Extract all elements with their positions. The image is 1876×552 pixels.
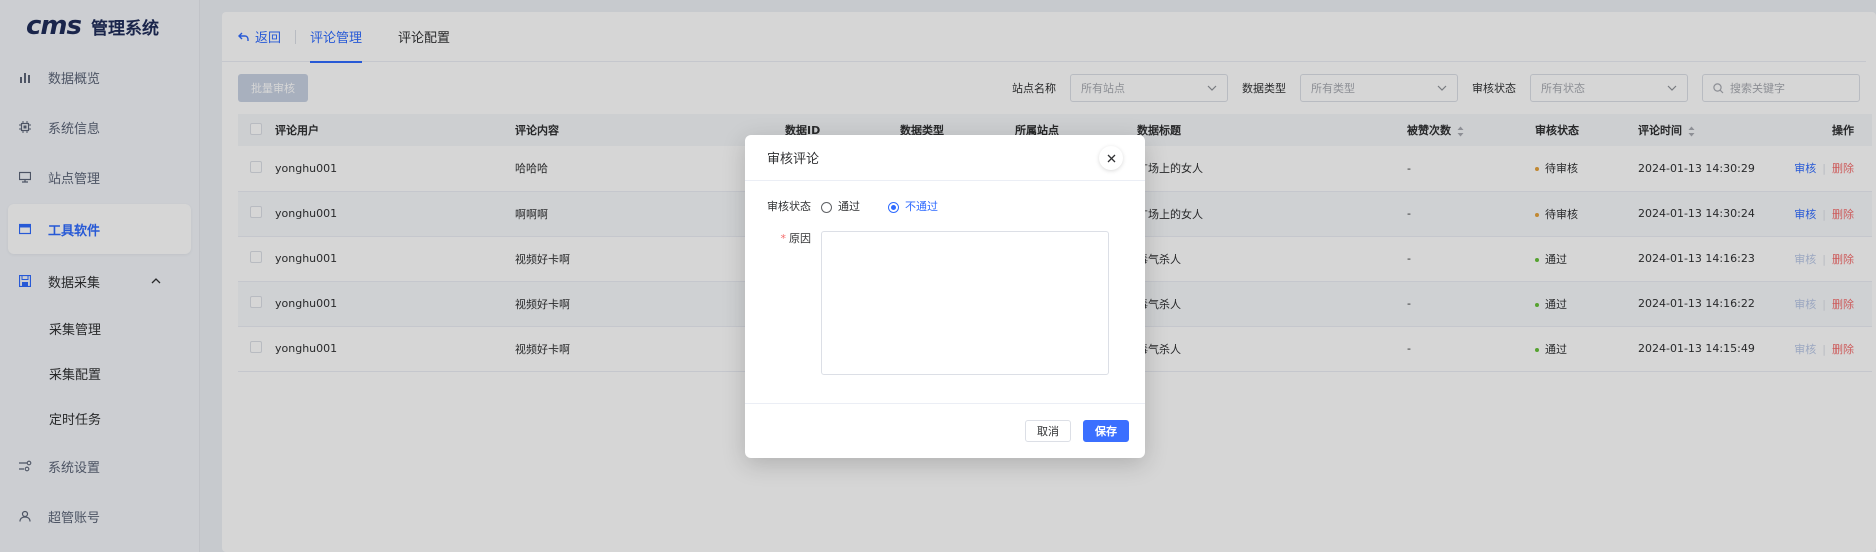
dialog-header: 审核评论 <box>745 135 1145 181</box>
cancel-button[interactable]: 取消 <box>1025 420 1071 442</box>
required-star: * <box>780 232 787 245</box>
radio-pass-label: 通过 <box>838 200 860 213</box>
dialog-footer: 取消 保存 <box>745 403 1145 458</box>
dialog-title: 审核评论 <box>767 152 820 167</box>
radio-circle <box>888 201 899 213</box>
save-button[interactable]: 保存 <box>1083 420 1129 442</box>
reason-label: * 原因 <box>757 231 821 247</box>
radio-circle <box>821 201 832 213</box>
close-icon <box>1107 154 1115 162</box>
radio-pass[interactable]: 通过 <box>821 199 860 215</box>
audit-dialog: 审核评论 审核状态 通过 不通过 * 原因 取消 保存 <box>745 135 1145 458</box>
close-button[interactable] <box>1099 146 1123 170</box>
dialog-body: 审核状态 通过 不通过 * 原因 <box>745 181 1145 375</box>
radio-reject[interactable]: 不通过 <box>888 199 938 215</box>
reason-textarea[interactable] <box>821 231 1109 375</box>
status-row: 审核状态 通过 不通过 <box>767 199 1123 215</box>
reason-label-text: 原因 <box>789 232 811 245</box>
radio-reject-label: 不通过 <box>905 200 938 213</box>
status-label: 审核状态 <box>767 200 811 213</box>
reason-row: * 原因 <box>757 231 1123 375</box>
